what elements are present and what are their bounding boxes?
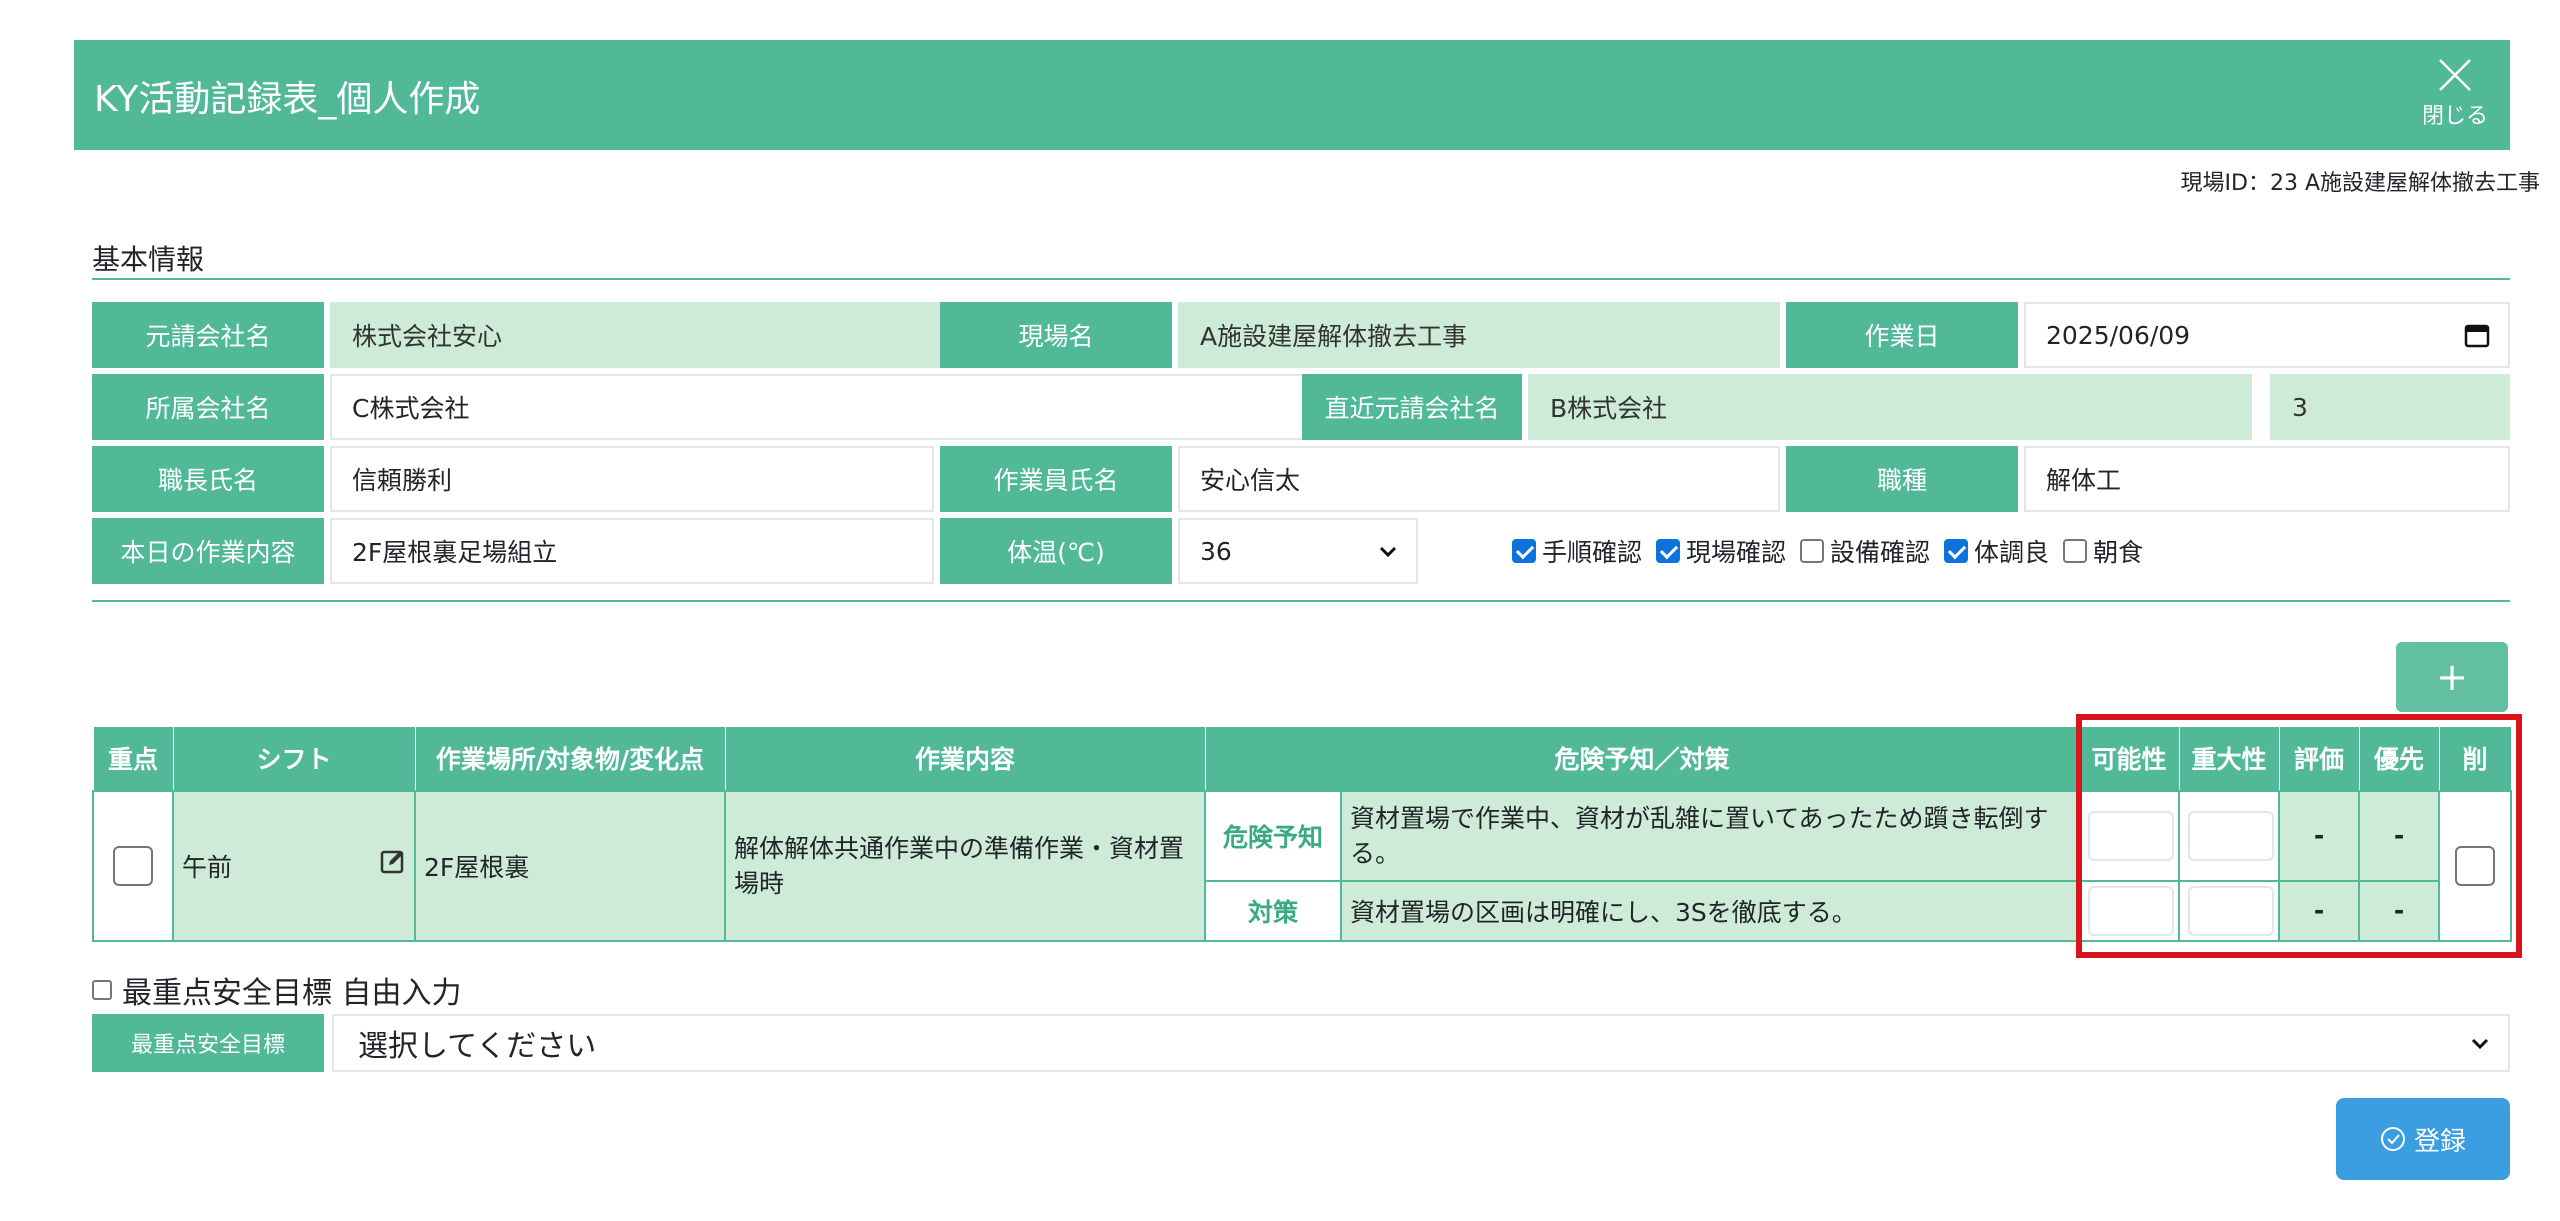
todays-work-input[interactable]: 2F屋根裏足場組立: [330, 518, 934, 584]
checkbox-icon[interactable]: [1656, 539, 1681, 563]
todays-work-label: 本日の作業内容: [92, 518, 324, 584]
worker-name-input[interactable]: 安心信太: [1178, 446, 1780, 512]
priority-checkbox[interactable]: [113, 845, 153, 886]
shift-value: 午前: [182, 852, 233, 882]
hazard-text: 資材置場で作業中、資材が乱雑に置いてあったため躓き転倒する。: [1339, 789, 2081, 882]
site-name-label: 現場名: [940, 302, 1172, 368]
section-title: 基本情報: [92, 243, 205, 276]
check-site[interactable]: 現場確認: [1656, 533, 1786, 569]
checkbox-icon[interactable]: [1512, 539, 1536, 563]
affiliated-company-select[interactable]: C株式会社: [330, 374, 1386, 440]
work-cell: 解体解体共通作業中の準備作業・資材置場時: [724, 789, 1206, 942]
body-temp-label: 体温(℃): [940, 518, 1172, 584]
check-equipment[interactable]: 設備確認: [1800, 533, 1930, 569]
calendar-icon[interactable]: [2464, 322, 2490, 350]
chevron-down-icon: [1379, 546, 1397, 558]
checkbox-icon[interactable]: [92, 980, 112, 1000]
prime-contractor-label: 元請会社名: [92, 302, 324, 368]
priority-cell: [92, 789, 174, 942]
checkbox-icon[interactable]: [2063, 539, 2088, 563]
check-circle-icon: [2380, 1127, 2405, 1151]
work-date-value: 2025/06/09: [2046, 320, 2191, 350]
close-button[interactable]: 閉じる: [2420, 50, 2490, 140]
confirmation-checklist: 手順確認 現場確認 設備確認 体調良 朝食: [1512, 518, 2143, 584]
checkbox-icon[interactable]: [1944, 539, 1969, 563]
work-date-input[interactable]: 2025/06/09: [2024, 302, 2510, 368]
direct-contractor-label: 直近元請会社名: [1302, 374, 1522, 440]
body-temp-value: 36: [1200, 536, 1232, 566]
free-input-label: 最重点安全目標 自由入力: [122, 976, 462, 1011]
highlight-box: [2076, 714, 2522, 958]
measure-text: 資材置場の区画は明確にし、3Sを徹底する。: [1339, 879, 2081, 942]
affiliated-company-value: C株式会社: [352, 394, 470, 423]
edit-icon[interactable]: [380, 848, 406, 874]
dialog-title: KY活動記録表_個人作成: [94, 79, 481, 120]
col-place: 作業場所/対象物/変化点: [414, 726, 726, 791]
foreman-name-label: 職長氏名: [92, 446, 324, 512]
register-label: 登録: [2413, 1126, 2466, 1157]
direct-contractor-field: B株式会社: [1528, 374, 2252, 440]
shift-cell: 午前: [172, 789, 416, 942]
check-health[interactable]: 体調良: [1944, 533, 2049, 569]
checkbox-icon[interactable]: [1800, 539, 1825, 563]
col-hazard: 危険予知／対策: [1204, 726, 2080, 791]
site-name-field: A施設建屋解体撤去工事: [1178, 302, 1780, 368]
col-shift: シフト: [172, 726, 416, 791]
top-goal-value: 選択してください: [358, 1029, 597, 1064]
close-label: 閉じる: [2421, 104, 2488, 129]
free-input-toggle[interactable]: 最重点安全目標 自由入力: [92, 968, 462, 1012]
place-cell: 2F屋根裏: [414, 789, 726, 942]
measure-tag: 対策: [1204, 879, 1342, 942]
col-priority-point: 重点: [92, 726, 174, 791]
trade-label: 職種: [1786, 446, 2018, 512]
site-id-text: 現場ID：23 A施設建屋解体撤去工事: [2180, 171, 2540, 196]
hazard-tag: 危険予知: [1204, 789, 1342, 882]
body-temp-select[interactable]: 36: [1178, 518, 1418, 584]
prime-contractor-field: 株式会社安心: [330, 302, 1020, 368]
trade-input[interactable]: 解体工: [2024, 446, 2510, 512]
check-procedure[interactable]: 手順確認: [1512, 533, 1642, 569]
register-button[interactable]: 登録: [2336, 1098, 2510, 1180]
form-divider: [92, 600, 2510, 602]
section-divider: [92, 278, 2510, 280]
dialog-header: KY活動記録表_個人作成 閉じる: [74, 40, 2510, 150]
close-icon: [2439, 59, 2471, 91]
check-breakfast[interactable]: 朝食: [2063, 533, 2143, 569]
add-row-button[interactable]: +: [2396, 642, 2508, 712]
direct-contractor-number: 3: [2270, 374, 2510, 440]
foreman-name-input[interactable]: 信頼勝利: [330, 446, 934, 512]
col-work: 作業内容: [724, 726, 1206, 791]
worker-name-label: 作業員氏名: [940, 446, 1172, 512]
top-goal-label: 最重点安全目標: [92, 1014, 324, 1072]
top-goal-select[interactable]: 選択してください: [332, 1014, 2510, 1072]
affiliated-company-label: 所属会社名: [92, 374, 324, 440]
work-date-label: 作業日: [1786, 302, 2018, 368]
chevron-down-icon: [2471, 1038, 2489, 1050]
